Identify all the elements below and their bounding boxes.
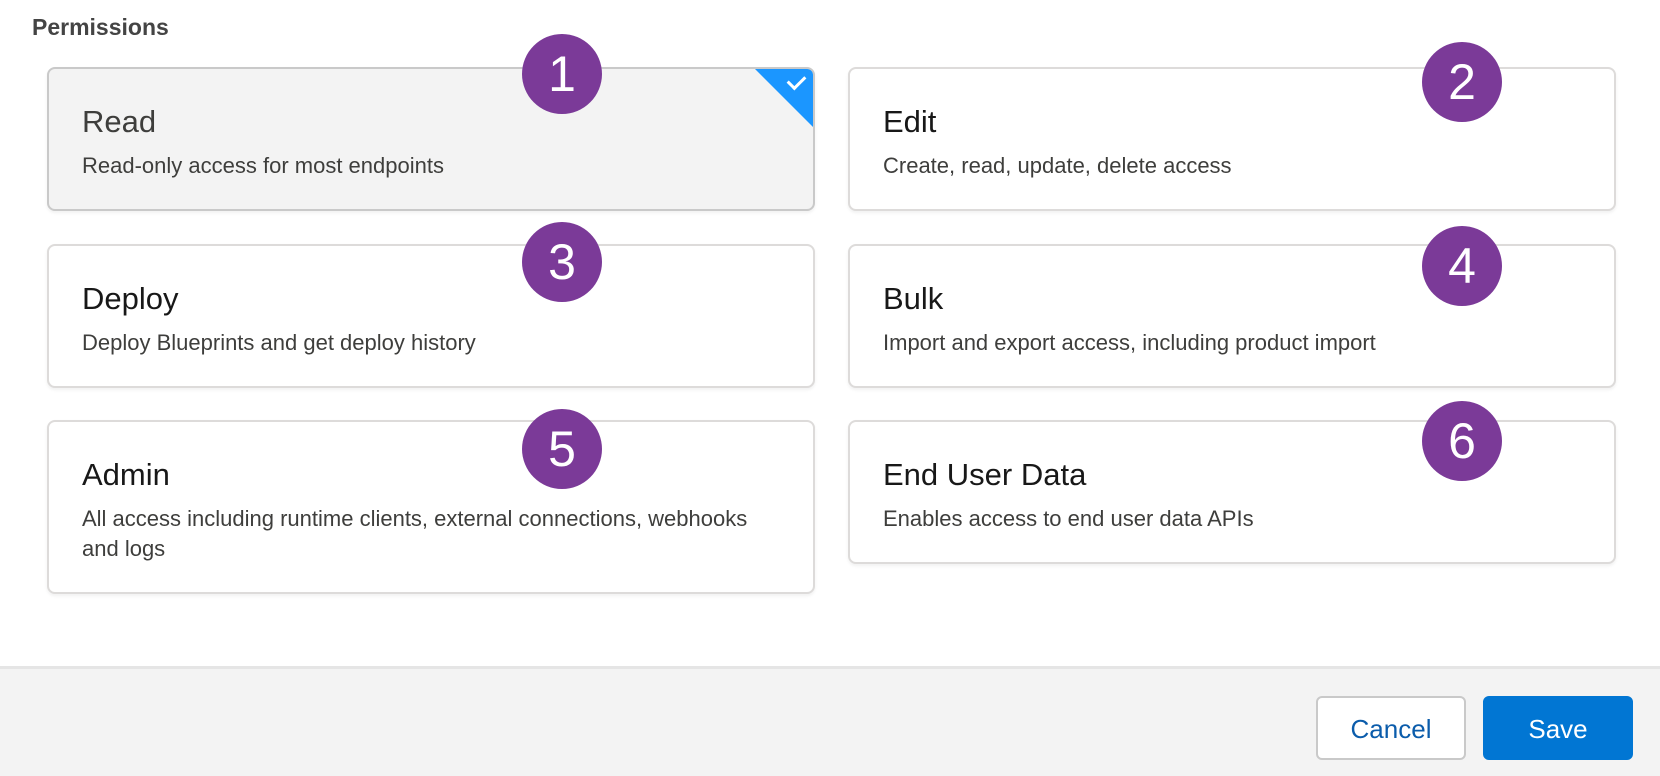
number-marker-6: 6 — [1422, 401, 1502, 481]
number-marker-4: 4 — [1422, 226, 1502, 306]
number-marker-1: 1 — [522, 34, 602, 114]
number-marker-2: 2 — [1422, 42, 1502, 122]
permission-title: Edit — [883, 104, 937, 139]
permission-description: Create, read, update, delete access — [883, 153, 1232, 178]
permission-title: End User Data — [883, 457, 1087, 492]
permission-description: Enables access to end user data APIs — [883, 506, 1254, 531]
permission-card-admin[interactable]: Admin All access including runtime clien… — [47, 420, 815, 594]
permission-description: All access including runtime clients, ex… — [82, 506, 748, 561]
permission-description: Deploy Blueprints and get deploy history — [82, 330, 476, 355]
permission-title: Deploy — [82, 281, 179, 316]
permission-card-deploy[interactable]: Deploy Deploy Blueprints and get deploy … — [47, 244, 815, 388]
section-title: Permissions — [32, 14, 169, 40]
permission-title: Admin — [82, 457, 170, 492]
selected-check-icon — [753, 69, 813, 129]
permission-title: Read — [82, 104, 157, 139]
number-marker-5: 5 — [522, 409, 602, 489]
permission-description: Import and export access, including prod… — [883, 330, 1376, 355]
number-marker-3: 3 — [522, 222, 602, 302]
save-button[interactable]: Save — [1483, 696, 1633, 760]
permission-card-read[interactable]: Read Read-only access for most endpoints — [47, 67, 815, 211]
permission-title: Bulk — [883, 281, 944, 316]
permission-description: Read-only access for most endpoints — [82, 153, 444, 178]
modal-footer: Cancel Save — [0, 666, 1660, 776]
cancel-button[interactable]: Cancel — [1316, 696, 1466, 760]
